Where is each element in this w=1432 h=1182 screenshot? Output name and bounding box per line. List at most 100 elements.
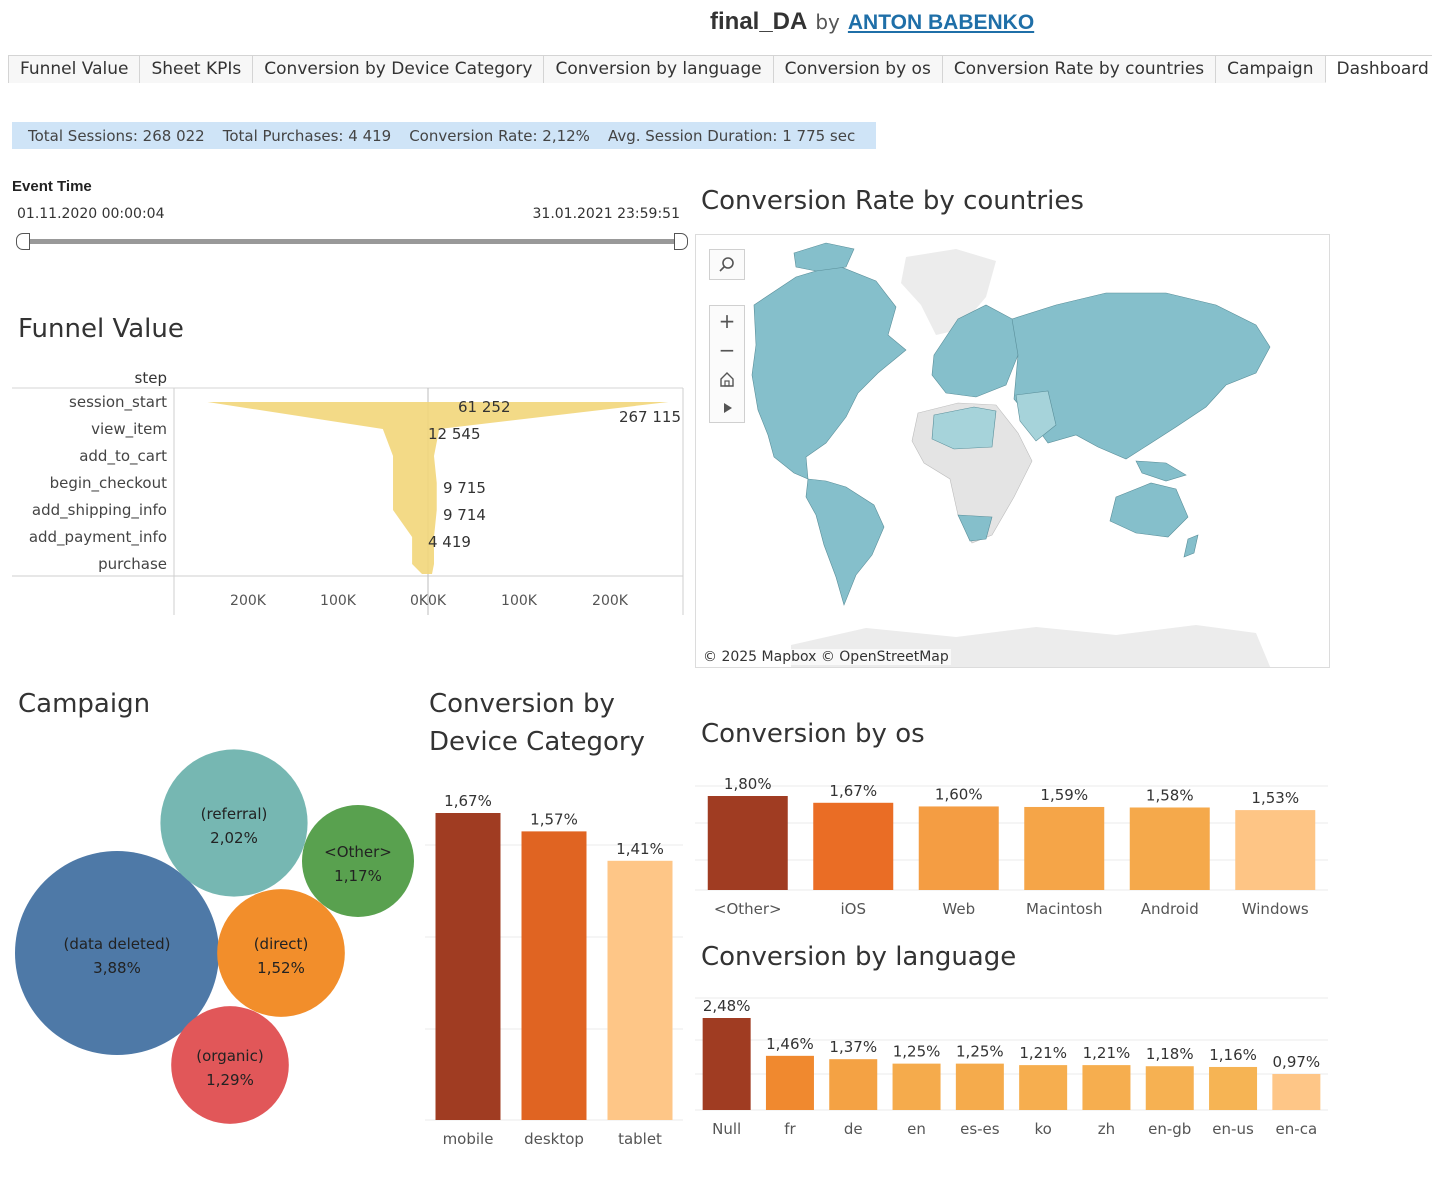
funnel-value-label: 4 419 xyxy=(428,533,471,551)
map-zoom-controls: + − xyxy=(709,305,745,423)
campaign-bubble-chart: (data deleted) 3,88% (referral) 2,02% (direc… xyxy=(15,749,415,1124)
tab-conversion-by-device[interactable]: Conversion by Device Category xyxy=(252,55,544,83)
funnel-value-label: 61 252 xyxy=(458,398,511,416)
tab-dashboard-1[interactable]: Dashboard 1 xyxy=(1324,55,1432,83)
funnel-chart: step session_start view_item add_to_cartbeg… xyxy=(12,369,684,615)
event-time-label: Event Time xyxy=(12,178,92,195)
tab-conversion-by-countries[interactable]: Conversion Rate by countries xyxy=(941,55,1216,83)
os-bar-label: 1,67% xyxy=(829,782,877,800)
campaign-bubble-name: (organic) xyxy=(196,1047,263,1065)
os-bar xyxy=(1129,807,1210,890)
device-category-label: desktop xyxy=(524,1130,584,1148)
campaign-bubble xyxy=(160,749,308,897)
funnel-value-label: 9 714 xyxy=(443,506,486,524)
funnel-step-label: view_item xyxy=(91,420,167,439)
funnel-x-tick: 100K xyxy=(501,593,538,609)
tab-conversion-by-os[interactable]: Conversion by os xyxy=(772,55,942,83)
workbook-header: final_DA by ANTON BABENKO xyxy=(710,8,1034,42)
campaign-bubble xyxy=(301,804,415,918)
os-bar-label: 1,80% xyxy=(724,775,772,793)
play-icon[interactable] xyxy=(710,393,744,422)
tab-conversion-by-language[interactable]: Conversion by language xyxy=(543,55,773,83)
campaign-title: Campaign xyxy=(18,689,151,719)
language-bar-label: 2,48% xyxy=(703,997,751,1015)
language-bar-chart: 2,48% Null 1,46% fr 1,37% de 1,25% en 1,25% es-es… xyxy=(695,997,1328,1138)
sheet-tabs: Funnel Value Sheet KPIs Conversion by De… xyxy=(8,55,1432,83)
campaign-bubble-value: 2,02% xyxy=(210,829,258,847)
tab-campaign[interactable]: Campaign xyxy=(1215,55,1325,83)
language-bar xyxy=(955,1063,1004,1110)
funnel-x-tick: 0K xyxy=(428,593,447,609)
os-category-label: Web xyxy=(942,900,975,918)
event-time-start-handle[interactable] xyxy=(16,233,30,250)
os-bar-chart: 1,80% <Other> 1,67% iOS 1,60% Web 1,59% Macinto… xyxy=(695,775,1328,918)
funnel-x-tick: 200K xyxy=(230,593,267,609)
funnel-step-label: purchase xyxy=(98,555,167,573)
device-title-line1: Conversion by xyxy=(429,689,615,719)
tab-funnel-value[interactable]: Funnel Value xyxy=(8,55,140,83)
campaign-bubble-name: <Other> xyxy=(324,843,392,861)
kpi-total-purchases: Total Purchases: 4 419 xyxy=(222,126,392,145)
language-bar xyxy=(1082,1065,1131,1110)
funnel-step-label: add_shipping_info xyxy=(32,501,167,520)
language-title: Conversion by language xyxy=(701,942,1017,972)
funnel-x-tick: 0K xyxy=(410,593,429,609)
map-new-zealand xyxy=(1183,534,1199,558)
countries-title: Conversion Rate by countries xyxy=(701,186,1084,216)
event-time-filter: Event Time 01.11.2020 00:00:04 31.01.202… xyxy=(12,178,688,258)
language-category-label: Null xyxy=(712,1120,741,1138)
language-category-label: fr xyxy=(784,1120,796,1138)
map-attribution: © 2025 Mapbox © OpenStreetMap xyxy=(701,649,951,665)
campaign-bubble-name: (data deleted) xyxy=(63,935,170,953)
campaign-bubble-name: (direct) xyxy=(254,935,309,953)
event-time-end-handle[interactable] xyxy=(674,233,688,250)
os-category-label: <Other> xyxy=(714,900,782,918)
os-bar-label: 1,53% xyxy=(1251,789,1299,807)
zoom-out-icon[interactable]: − xyxy=(710,335,744,364)
device-bar xyxy=(435,813,501,1120)
funnel-step-label: add_to_cart xyxy=(79,447,167,466)
workbook-title: final_DA xyxy=(710,8,808,35)
language-bar-label: 1,25% xyxy=(956,1043,1004,1061)
map-indonesia xyxy=(1135,460,1187,482)
funnel-x-tick: 200K xyxy=(592,593,629,609)
funnel-title: Funnel Value xyxy=(18,314,184,344)
map-south-america xyxy=(805,478,885,606)
language-category-label: ko xyxy=(1034,1120,1051,1138)
campaign-bubble-name: (referral) xyxy=(201,805,268,823)
kpi-conversion-rate: Conversion Rate: 2,12% xyxy=(409,126,590,145)
os-bar xyxy=(918,806,999,890)
map-north-africa xyxy=(931,406,997,450)
map-arctic-islands xyxy=(793,242,855,272)
zoom-in-icon[interactable]: + xyxy=(710,306,744,335)
os-category-label: iOS xyxy=(841,900,867,918)
device-category-label: mobile xyxy=(443,1130,494,1148)
event-time-slider-track[interactable] xyxy=(20,239,678,244)
search-icon[interactable] xyxy=(710,250,744,279)
countries-map[interactable]: + − © 2025 Mapbox © OpenStreetMap xyxy=(695,234,1330,668)
funnel-value-label: 12 545 xyxy=(428,425,481,443)
language-category-label: en xyxy=(907,1120,926,1138)
language-bar-label: 0,97% xyxy=(1273,1053,1321,1071)
campaign-bubble-value: 1,17% xyxy=(334,867,382,885)
funnel-value-label: 9 715 xyxy=(443,479,486,497)
funnel-x-tick: 100K xyxy=(320,593,357,609)
language-bar-label: 1,46% xyxy=(766,1035,814,1053)
campaign-bubble xyxy=(171,1006,289,1124)
map-australia xyxy=(1109,482,1189,538)
tab-sheet-kpis[interactable]: Sheet KPIs xyxy=(139,55,253,83)
os-category-label: Windows xyxy=(1242,900,1309,918)
funnel-value-label: 267 115 xyxy=(619,408,681,426)
home-icon[interactable] xyxy=(710,364,744,393)
campaign-bubble-value: 1,52% xyxy=(257,959,305,977)
language-bar-label: 1,21% xyxy=(1019,1044,1067,1062)
campaign-bubble-value: 1,29% xyxy=(206,1071,254,1089)
os-bar xyxy=(813,802,894,890)
kpi-total-sessions: Total Sessions: 268 022 xyxy=(28,126,205,145)
funnel-axis-title: step xyxy=(135,369,167,387)
funnel-step-label: add_payment_info xyxy=(29,528,167,547)
author-link[interactable]: ANTON BABENKO xyxy=(848,11,1034,35)
device-bar xyxy=(521,831,587,1120)
event-time-end: 31.01.2021 23:59:51 xyxy=(532,206,681,222)
funnel-area xyxy=(183,402,669,574)
